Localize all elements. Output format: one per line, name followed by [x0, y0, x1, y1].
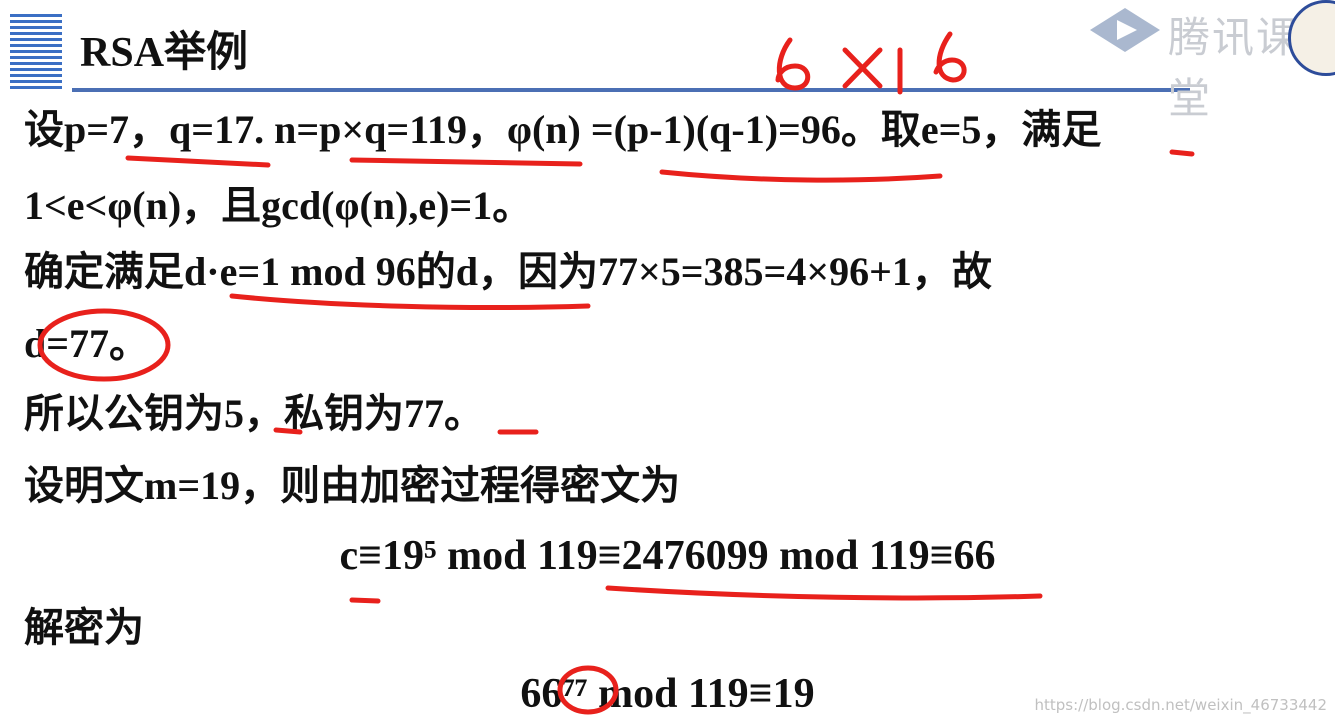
line-7-text: 解密为 [24, 605, 144, 650]
formula-1-text: c≡19⁵ mod 119≡2476099 mod 119≡66 [339, 533, 996, 579]
text-line-4: d=77。 [24, 320, 149, 368]
line-2-text: 1<e<φ(n)，且gcd(φ(n),e)=1。 [24, 183, 533, 228]
handwritten-note-6x16 [775, 31, 967, 95]
text-line-1: 设p=7，q=17. n=p×q=119，φ(n) =(p-1)(q-1)=96… [24, 106, 1101, 154]
line-1-text: 设p=7，q=17. n=p×q=119，φ(n) =(p-1)(q-1)=96… [24, 107, 1102, 152]
text-line-7: 解密为 [24, 604, 144, 652]
underline-e5 [1169, 149, 1195, 157]
line-6-text: 设明文m=19，则由加密过程得密文为 [24, 463, 681, 508]
underline-phi [659, 169, 943, 183]
line-5-text: 所以公钥为5，私钥为77。 [24, 391, 484, 436]
text-line-5: 所以公钥为5，私钥为77。 [24, 390, 484, 438]
text-line-6: 设明文m=19，则由加密过程得密文为 [24, 462, 680, 510]
line-4-text: d=77。 [24, 321, 150, 366]
encryption-formula: c≡19⁵ mod 119≡2476099 mod 119≡66 [0, 532, 1335, 580]
line-3-text: 确定满足d·e=1 mod 96的d，因为77×5=385=4×96+1，故 [24, 249, 992, 294]
slide-title: RSA举例 [80, 30, 249, 76]
underline-pq [125, 155, 271, 168]
underline-de [229, 293, 591, 311]
underline-n [349, 157, 583, 167]
underline-exp-5 [349, 597, 381, 604]
text-line-3: 确定满足d·e=1 mod 96的d，因为77×5=385=4×96+1，故 [24, 248, 992, 296]
title-stripes [10, 14, 62, 90]
text-line-2: 1<e<φ(n)，且gcd(φ(n),e)=1。 [24, 182, 532, 230]
formula-2-text: 66⁷⁷ mod 119≡19 [520, 671, 815, 717]
underline-2476099 [605, 585, 1043, 601]
title-underline [72, 88, 1190, 92]
watermark: https://blog.csdn.net/weixin_46733442 [1034, 696, 1327, 714]
